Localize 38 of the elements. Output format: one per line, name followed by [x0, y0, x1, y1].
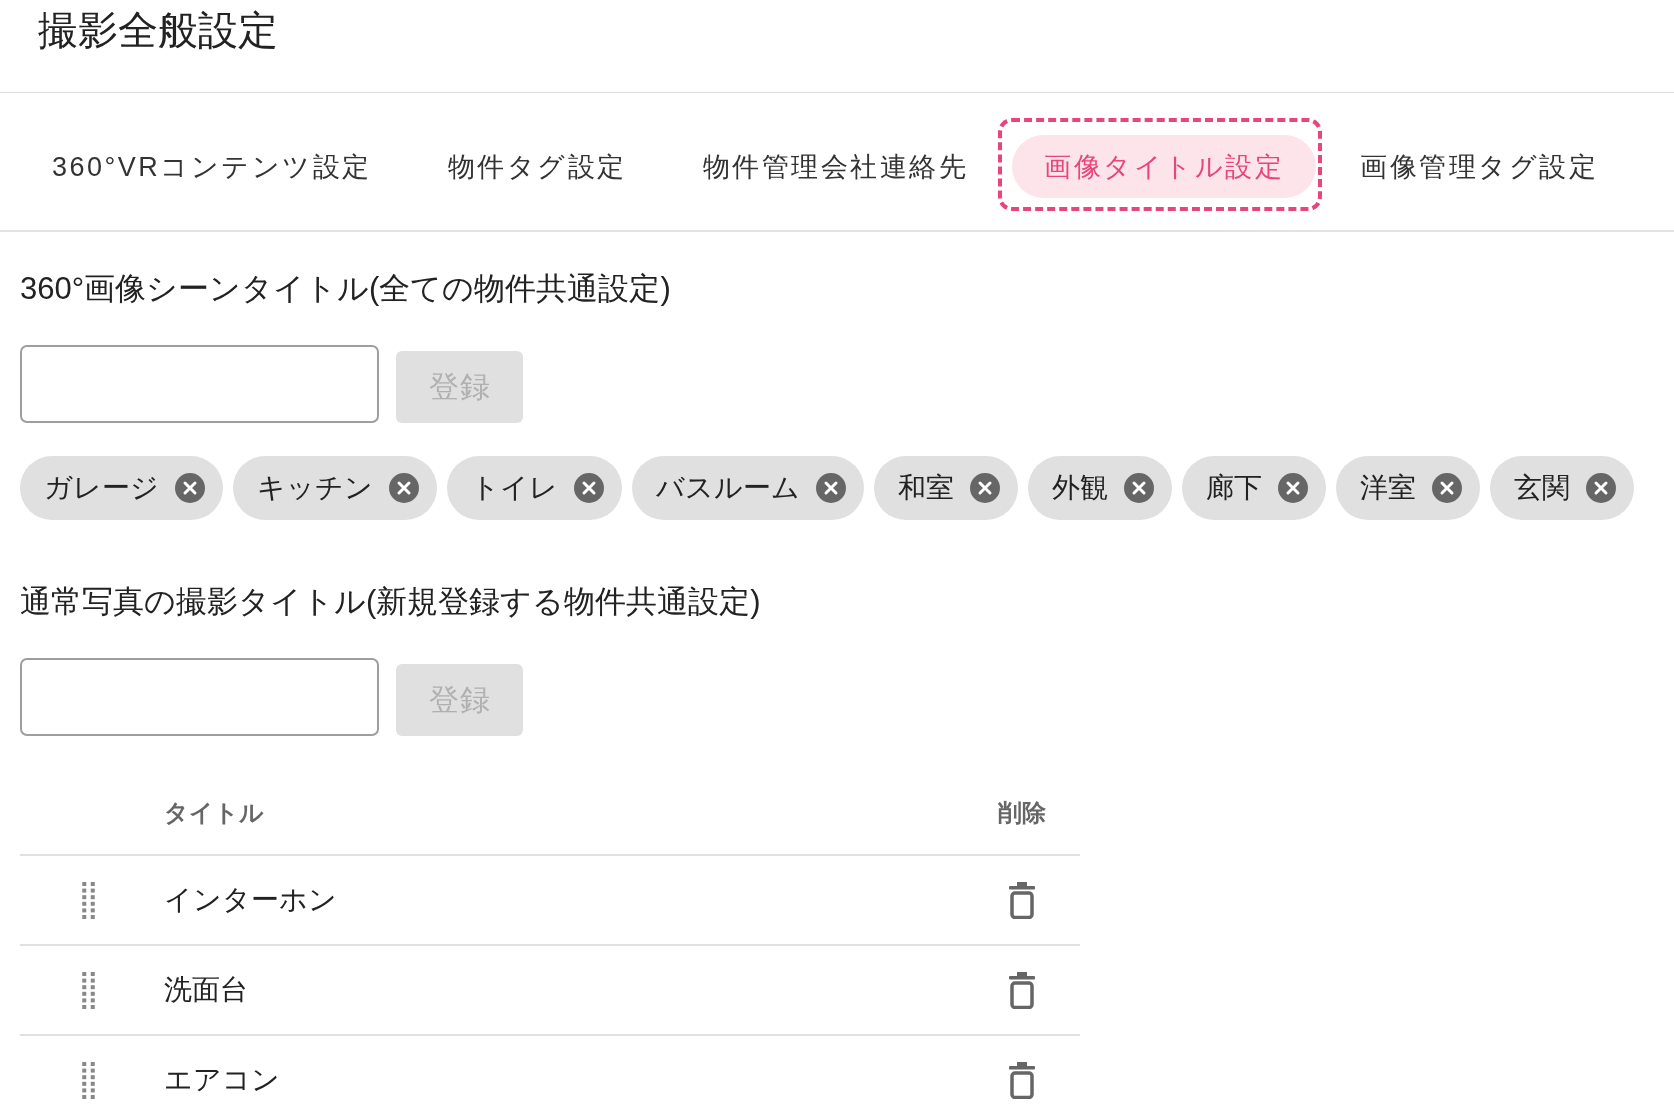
- close-icon[interactable]: [1278, 473, 1308, 503]
- section-heading: 360°画像シーンタイトル(全ての物件共通設定): [20, 270, 671, 308]
- close-icon[interactable]: [816, 473, 846, 503]
- tab[interactable]: 物件タグ設定: [415, 135, 659, 198]
- text-input[interactable]: [20, 345, 379, 423]
- text-input[interactable]: [20, 658, 379, 736]
- table-cell: 洗面台: [164, 973, 248, 1007]
- close-icon[interactable]: [1586, 473, 1616, 503]
- column-header: タイトル: [164, 798, 264, 828]
- close-icon[interactable]: [1432, 473, 1462, 503]
- drag-handle-icon[interactable]: [81, 1061, 95, 1099]
- drag-handle-icon[interactable]: [81, 971, 95, 1009]
- chip-label: 外観: [1052, 471, 1108, 505]
- tab[interactable]: 物件管理会社連絡先: [670, 135, 1001, 198]
- section-heading: 通常写真の撮影タイトル(新規登録する物件共通設定): [20, 583, 761, 621]
- table-cell: エアコン: [164, 1063, 280, 1097]
- chip-label: キッチン: [257, 471, 373, 505]
- close-icon[interactable]: [970, 473, 1000, 503]
- trash-icon[interactable]: [1009, 971, 1035, 1009]
- table-cell: インターホン: [164, 883, 337, 917]
- close-icon[interactable]: [389, 473, 419, 503]
- chip-label: 廊下: [1206, 471, 1262, 505]
- trash-icon[interactable]: [1009, 881, 1035, 919]
- chip-label: 和室: [898, 471, 954, 505]
- chip-label: ガレージ: [44, 471, 159, 505]
- chip-label: トイレ: [471, 471, 558, 505]
- tab[interactable]: 画像管理タグ設定: [1328, 135, 1631, 198]
- close-icon[interactable]: [574, 473, 604, 503]
- trash-icon[interactable]: [1009, 1061, 1035, 1099]
- close-icon[interactable]: [1124, 473, 1154, 503]
- drag-handle-icon[interactable]: [81, 881, 95, 919]
- page-title: 撮影全般設定: [38, 7, 278, 53]
- chip-label: 洋室: [1360, 471, 1416, 505]
- chip-label: バスルーム: [656, 471, 800, 505]
- chip-label: 玄関: [1514, 471, 1570, 505]
- tab[interactable]: 360°VRコンテンツ設定: [20, 135, 404, 198]
- column-header: 削除: [998, 798, 1046, 828]
- close-icon[interactable]: [175, 473, 205, 503]
